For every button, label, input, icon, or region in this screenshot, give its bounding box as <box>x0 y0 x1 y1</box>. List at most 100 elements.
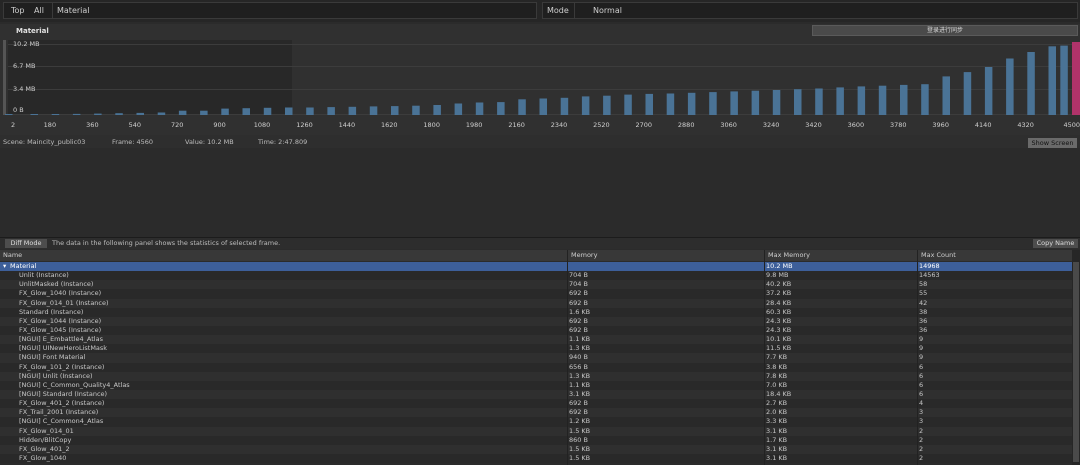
chart-bar[interactable] <box>157 112 166 116</box>
chart-bar[interactable] <box>539 98 548 116</box>
table-row[interactable]: FX_Glow_101_2 (Instance) 656 B 3.8 KB 6 <box>0 362 1072 372</box>
chart-bar[interactable] <box>51 114 60 115</box>
row-memory: 656 B <box>569 362 588 371</box>
chart-bar[interactable] <box>603 95 611 115</box>
chart-bar[interactable] <box>815 88 823 116</box>
selected-frame-bar[interactable] <box>1072 42 1080 115</box>
chart-bar[interactable] <box>560 97 569 115</box>
chart-bar[interactable] <box>900 84 908 115</box>
table-row[interactable]: FX_Trail_2001 (Instance) 692 B 2.0 KB 3 <box>0 408 1072 418</box>
chart-bar[interactable] <box>942 76 951 115</box>
chart-bar[interactable] <box>475 102 484 116</box>
table-row[interactable]: FX_Glow_1045 (Instance) 692 B 24.3 KB 36 <box>0 325 1072 336</box>
diff-mode-button[interactable]: Diff Mode <box>5 239 47 248</box>
chart-bar[interactable] <box>391 106 399 115</box>
chart-bar[interactable] <box>94 113 102 115</box>
table-row[interactable]: [NGUI] C_Common_Quality4_Atlas 1.1 KB 7.0 … <box>0 380 1072 390</box>
table-row[interactable]: FX_Glow_1040 (Instance) 692 B 37.2 KB 55 <box>0 289 1072 299</box>
table-row[interactable]: [NGUI] Font Material 940 B 7.7 KB 9 <box>0 353 1072 363</box>
chart-bar[interactable] <box>115 113 123 115</box>
table-row[interactable]: Unlit (Instance) 704 B 9.8 MB 14563 <box>0 271 1072 281</box>
all-label[interactable]: All <box>34 2 44 19</box>
chart-bar[interactable] <box>5 114 13 115</box>
row-max-count: 9 <box>919 344 924 353</box>
header-max-count[interactable]: Max Count <box>921 250 956 261</box>
mode-dropdown-value[interactable]: Normal <box>593 2 622 19</box>
chart-bar[interactable] <box>518 99 526 115</box>
table-row[interactable]: FX_Glow_014_01 (Instance) 692 B 28.4 KB 42 <box>0 298 1072 308</box>
chart-bar[interactable] <box>242 108 251 115</box>
type-filter-value[interactable]: Material <box>57 2 90 19</box>
memory-bar-chart[interactable] <box>0 40 1080 115</box>
chart-bar[interactable] <box>878 85 887 115</box>
header-name[interactable]: Name <box>3 250 22 261</box>
chart-bar[interactable] <box>412 105 420 115</box>
row-memory: 692 B <box>569 298 588 307</box>
chart-bar[interactable] <box>136 112 145 115</box>
chart-bar[interactable] <box>1048 46 1057 115</box>
chart-bar[interactable] <box>221 108 229 115</box>
header-memory[interactable]: Memory <box>571 250 597 261</box>
chart-bar[interactable] <box>200 110 208 115</box>
table-row[interactable]: [NGUI] Standard (Instance) 3.1 KB 18.4 KB 6 <box>0 389 1072 400</box>
x-tick-label: 3600 <box>847 121 865 129</box>
x-tick-label: 3060 <box>720 121 737 129</box>
chart-bar[interactable] <box>433 105 441 115</box>
x-tick-label: 3780 <box>890 121 907 129</box>
chart-bar[interactable] <box>1006 58 1014 116</box>
chart-bar[interactable] <box>348 106 357 115</box>
table-row[interactable]: FX_Glow_1040 1.5 KB 3.1 KB 2 <box>0 453 1072 464</box>
chart-bar[interactable] <box>1027 52 1035 115</box>
chart-bar[interactable] <box>263 107 272 115</box>
table-row[interactable]: FX_Glow_401_2 1.5 KB 3.1 KB 2 <box>0 444 1072 454</box>
chart-bar[interactable] <box>666 93 675 116</box>
column-divider[interactable] <box>567 250 568 465</box>
chart-bar[interactable] <box>285 107 293 116</box>
table-row[interactable]: Hidden/BlitCopy 860 B 1.7 KB 2 <box>0 435 1072 445</box>
chart-bar[interactable] <box>730 91 738 115</box>
chart-bar[interactable] <box>72 113 81 115</box>
chart-bar[interactable] <box>857 86 866 115</box>
chart-bar[interactable] <box>645 93 654 115</box>
chart-bar[interactable] <box>1060 45 1068 115</box>
chart-bar[interactable] <box>687 92 696 115</box>
table-row[interactable]: FX_Glow_014_01 1.5 KB 3.1 KB 2 <box>0 426 1072 436</box>
header-max-memory[interactable]: Max Memory <box>768 250 810 261</box>
sync-button[interactable]: 登录进行同步 <box>812 25 1078 36</box>
chart-bar[interactable] <box>794 89 802 115</box>
chart-bar[interactable] <box>963 72 972 115</box>
table-row[interactable]: FX_Glow_401_2 (Instance) 692 B 2.7 KB 4 <box>0 399 1072 409</box>
row-max-memory: 7.7 KB <box>766 353 788 362</box>
chart-bar[interactable] <box>624 94 632 115</box>
chart-bar[interactable] <box>581 96 590 115</box>
chart-bar[interactable] <box>454 103 463 116</box>
chart-bar[interactable] <box>327 107 335 115</box>
chart-bar[interactable] <box>30 114 39 115</box>
table-row[interactable]: [NGUI] E_Embattle4_Atlas 1.1 KB 10.1 KB 9 <box>0 335 1072 345</box>
chart-bar[interactable] <box>921 84 929 115</box>
chart-bar[interactable] <box>751 90 760 115</box>
chart-bar[interactable] <box>178 110 187 115</box>
table-row[interactable]: [NGUI] Unlit (Instance) 1.3 KB 7.8 KB 6 <box>0 371 1072 381</box>
mode-field[interactable] <box>542 2 1078 19</box>
chart-bar[interactable] <box>709 92 717 115</box>
top-label[interactable]: Top <box>11 2 25 19</box>
chart-bar[interactable] <box>836 87 844 115</box>
table-row[interactable]: FX_Glow_1044 (Instance) 692 B 24.3 KB 36 <box>0 316 1072 326</box>
scrollbar-thumb[interactable] <box>1073 262 1079 462</box>
column-divider[interactable] <box>764 250 765 465</box>
chart-bar[interactable] <box>497 102 505 115</box>
show-screen-button[interactable]: Show Screen <box>1028 138 1077 148</box>
expand-arrow-icon[interactable]: ▾ <box>3 262 6 271</box>
chart-bar[interactable] <box>369 106 378 115</box>
chart-bar[interactable] <box>984 67 993 115</box>
table-row[interactable]: [NGUI] C_Common4_Atlas 1.2 KB 3.3 KB 3 <box>0 417 1072 427</box>
table-row[interactable]: Standard (Instance) 1.6 KB 60.3 KB 38 <box>0 307 1072 317</box>
chart-bar[interactable] <box>772 90 781 115</box>
column-divider[interactable] <box>917 250 918 465</box>
chart-bar[interactable] <box>306 107 314 116</box>
table-row[interactable]: UnlitMasked (Instance) 704 B 40.2 KB 58 <box>0 280 1072 290</box>
table-row[interactable]: [NGUI] UINewHeroListMask 1.3 KB 11.5 KB 9 <box>0 344 1072 354</box>
copy-name-button[interactable]: Copy Name <box>1033 239 1078 248</box>
table-row[interactable]: ▾ Material 10.2 MB 14968 <box>0 262 1072 272</box>
